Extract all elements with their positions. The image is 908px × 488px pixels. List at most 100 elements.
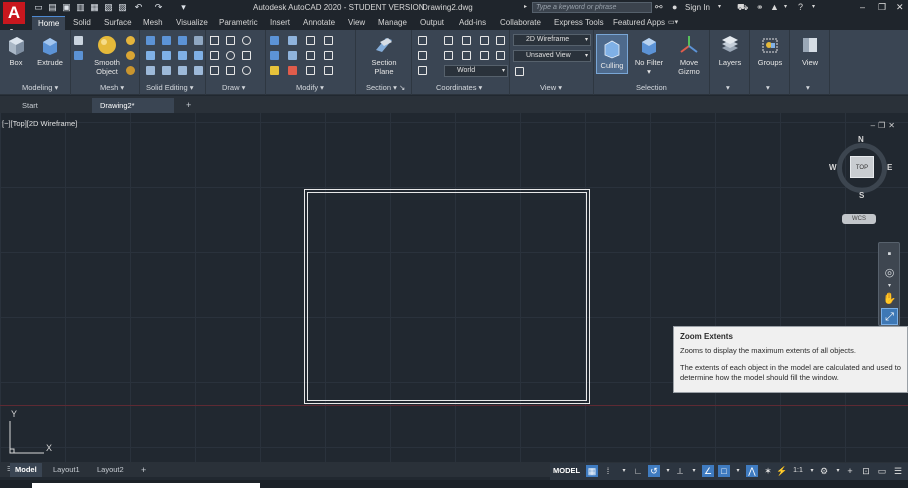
viewcube[interactable]: TOP N S W E <box>829 135 893 200</box>
slice-icon[interactable] <box>146 51 155 60</box>
rectangle-icon[interactable] <box>242 51 251 60</box>
3d-mirror-icon[interactable] <box>270 51 279 60</box>
panel-title-modify[interactable]: Modify ▾ <box>296 82 324 94</box>
ucs-icon[interactable] <box>418 36 427 45</box>
panel-title-coordinates[interactable]: Coordinates ▾ <box>436 82 482 94</box>
restore-icon[interactable]: ❐ <box>878 2 886 13</box>
move-icon[interactable] <box>306 36 315 45</box>
visual-style-select[interactable]: 2D Wireframe ▾ <box>513 34 591 46</box>
mesh-refine-icon[interactable] <box>126 51 135 60</box>
steering-wheel-icon[interactable]: ◎ <box>881 265 898 282</box>
polar-icon[interactable]: ↺ <box>648 465 660 477</box>
tab-mesh[interactable]: Mesh <box>143 16 163 30</box>
drawing-canvas[interactable]: [−][Top][2D Wireframe] –❐✕ Y X TOP N S W… <box>0 113 908 462</box>
no-filter-button[interactable]: No Filter ▾ <box>632 34 666 76</box>
mesh-smooth-icon[interactable] <box>126 36 135 45</box>
groups-button[interactable]: Groups <box>754 34 786 67</box>
viewport-window-controls[interactable]: –❐✕ <box>871 121 898 130</box>
panel-title-modeling[interactable]: Modeling ▾ <box>22 82 58 94</box>
layout-tab-model[interactable]: Model <box>10 463 42 477</box>
plot-icon[interactable]: ▨ <box>117 1 128 13</box>
section-plane-button[interactable]: Section Plane <box>366 34 402 76</box>
object-snap-icon[interactable]: □ <box>718 465 730 477</box>
layers-expand-icon[interactable]: ▾ <box>726 82 730 94</box>
annotation-scale-icon[interactable]: ⚡ <box>776 465 788 477</box>
scale-dropdown-icon[interactable]: ▾ <box>806 465 818 477</box>
tab-output[interactable]: Output <box>420 16 444 30</box>
save-icon[interactable]: ▣ <box>61 1 72 13</box>
isodraft-dropdown-icon[interactable]: ▾ <box>688 465 700 477</box>
ucs-z-icon[interactable] <box>496 36 505 45</box>
array-icon[interactable] <box>324 66 333 75</box>
polyline-icon[interactable] <box>226 36 235 45</box>
cart-icon[interactable]: ⛟ <box>737 2 748 13</box>
search-input[interactable]: Type a keyword or phrase <box>532 2 652 13</box>
ucs-select[interactable]: World ▾ <box>444 65 508 77</box>
arc-icon[interactable] <box>226 51 235 60</box>
open-icon[interactable]: ▤ <box>47 1 58 13</box>
compass-south[interactable]: S <box>859 191 864 200</box>
panel-title-draw[interactable]: Draw ▾ <box>222 82 245 94</box>
sign-in-link[interactable]: Sign In <box>685 3 710 12</box>
rotate-icon[interactable] <box>306 51 315 60</box>
grid-icon[interactable]: ▦ <box>586 465 598 477</box>
new-icon[interactable]: ▭ <box>33 1 44 13</box>
interfere-icon[interactable] <box>194 36 203 45</box>
add-layout-icon[interactable]: + <box>136 463 151 477</box>
open-web-icon[interactable]: ▧ <box>103 1 114 13</box>
drawn-rectangle-outer[interactable] <box>304 189 590 404</box>
workspace-dropdown-icon[interactable]: ▾ <box>832 465 844 477</box>
ucs-object-icon[interactable] <box>462 51 471 60</box>
ucs-x-icon[interactable] <box>462 36 471 45</box>
culling-button[interactable]: Culling <box>596 34 628 74</box>
ucs-named-icon[interactable] <box>418 66 427 75</box>
wcs-menu[interactable]: WCS <box>842 214 876 224</box>
tab-manage[interactable]: Manage <box>378 16 407 30</box>
3d-rotate-icon[interactable] <box>288 36 297 45</box>
tab-view[interactable]: View <box>348 16 365 30</box>
presspull-icon[interactable] <box>74 51 83 60</box>
exchange-icon[interactable]: ⚭ <box>756 2 764 13</box>
panel-title-solid-editing[interactable]: Solid Editing ▾ <box>146 82 194 94</box>
workspace-gear-icon[interactable]: ⚙ <box>818 465 830 477</box>
doc-tab-start[interactable]: Start <box>14 98 46 113</box>
help-dropdown-icon[interactable]: ▾ <box>812 2 815 13</box>
polygon-icon[interactable] <box>210 66 219 75</box>
move-gizmo-button[interactable]: Move Gizmo <box>672 34 706 76</box>
spline-icon[interactable] <box>210 51 219 60</box>
pan-icon[interactable]: ✋ <box>881 291 898 308</box>
ucs-3point-icon[interactable] <box>496 51 505 60</box>
connect-dropdown-icon[interactable]: ▾ <box>784 2 787 13</box>
undo-icon[interactable]: ↶ <box>133 1 144 13</box>
extract-edges-icon[interactable] <box>178 51 187 60</box>
steering-wheel-dropdown-icon[interactable]: ▾ <box>881 283 898 289</box>
new-tab-icon[interactable]: + <box>178 98 199 113</box>
viewport-controls-label[interactable]: [−][Top][2D Wireframe] <box>2 119 77 128</box>
tab-featured-apps[interactable]: Featured Apps <box>613 16 665 30</box>
zoom-extents-icon[interactable]: ⤢ <box>881 308 898 325</box>
tab-collaborate[interactable]: Collaborate <box>500 16 541 30</box>
layout-tab-layout1[interactable]: Layout1 <box>48 463 85 477</box>
customization-icon[interactable]: ☰ <box>892 465 904 477</box>
viewport-config-icon[interactable] <box>515 67 524 76</box>
web-save-icon[interactable]: ▦ <box>89 1 100 13</box>
extrude-button[interactable]: Extrude <box>36 34 64 67</box>
copy-icon[interactable] <box>306 66 315 75</box>
compass-north[interactable]: N <box>858 135 864 144</box>
intersect-icon[interactable] <box>178 36 187 45</box>
tab-parametric[interactable]: Parametric <box>219 16 258 30</box>
polar-dropdown-icon[interactable]: ▾ <box>662 465 674 477</box>
ribbon-options-icon[interactable]: ▭▾ <box>668 16 678 30</box>
fillet-edge-icon[interactable] <box>178 66 187 75</box>
groups-expand-icon[interactable]: ▾ <box>766 82 770 94</box>
smooth-object-button[interactable]: Smooth Object <box>90 34 124 76</box>
isolate-objects-icon[interactable]: ▭ <box>876 465 888 477</box>
box-button[interactable]: Box <box>4 34 28 67</box>
3d-move-icon[interactable] <box>270 36 279 45</box>
annotation-monitor-icon[interactable]: + <box>844 465 856 477</box>
isodraft-icon[interactable]: ⟂ <box>674 465 686 477</box>
user-icon[interactable]: ● <box>672 2 677 13</box>
auto-scale-icon[interactable]: ✶ <box>762 465 774 477</box>
annotation-scale-value[interactable]: 1:1 <box>790 465 806 477</box>
circle-icon[interactable] <box>242 36 251 45</box>
